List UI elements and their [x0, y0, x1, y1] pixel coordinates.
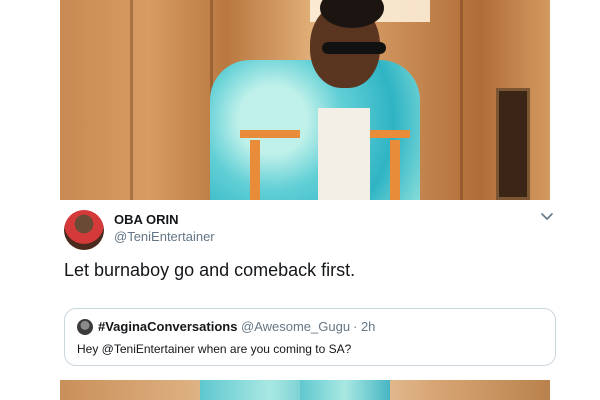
quoted-avatar — [77, 319, 93, 335]
quoted-tweet[interactable]: #VaginaConversations @Awesome_Gugu · 2h … — [64, 308, 556, 366]
avatar[interactable] — [64, 210, 104, 250]
jacket-stripe — [250, 140, 260, 200]
tweet-photo-top[interactable] — [60, 0, 550, 200]
door — [496, 88, 530, 200]
sunglasses — [322, 42, 386, 54]
quoted-text: Hey @TeniEntertainer when are you coming… — [77, 342, 352, 356]
quoted-user-name: #VaginaConversations — [98, 319, 238, 334]
person-legs — [300, 380, 390, 400]
chevron-down-icon — [541, 213, 553, 220]
tweet-text: Let burnaboy go and comeback first. — [64, 260, 356, 280]
quoted-user-handle: @Awesome_Gugu — [241, 319, 351, 334]
wall-seam — [460, 0, 463, 200]
user-handle[interactable]: @TeniEntertainer — [114, 229, 215, 244]
wall-seam — [130, 0, 133, 200]
quoted-timestamp: · 2h — [353, 319, 376, 334]
user-name[interactable]: OBA ORIN — [114, 212, 179, 227]
person-shirt — [318, 108, 370, 200]
tweet-photo-bottom[interactable] — [60, 380, 550, 400]
tweet-card: OBA ORIN @TeniEntertainer Let burnaboy g… — [60, 200, 556, 380]
jacket-stripe — [390, 140, 400, 200]
jacket-stripe — [240, 130, 300, 138]
tweet-menu-button[interactable] — [538, 208, 556, 226]
